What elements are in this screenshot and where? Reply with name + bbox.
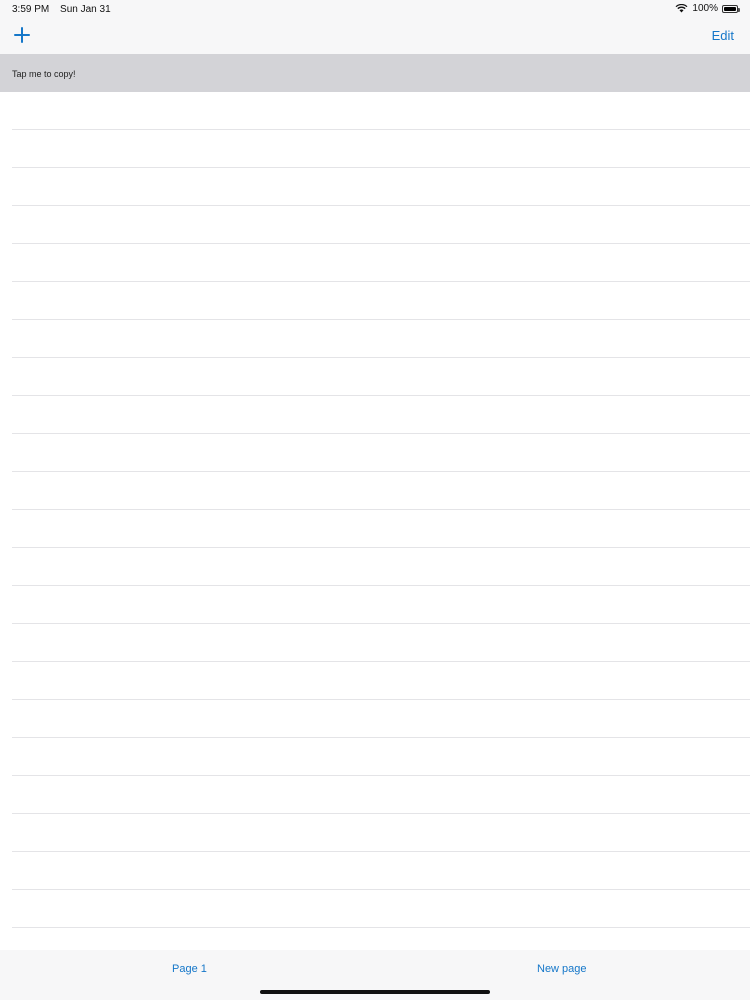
copy-banner-text: Tap me to copy! bbox=[12, 69, 76, 79]
page-button[interactable]: Page 1 bbox=[172, 963, 207, 975]
list-row[interactable] bbox=[12, 320, 750, 358]
plus-icon[interactable] bbox=[14, 27, 30, 43]
list-row[interactable] bbox=[12, 434, 750, 472]
list-row[interactable] bbox=[12, 92, 750, 130]
edit-button[interactable]: Edit bbox=[712, 28, 734, 43]
battery-icon bbox=[722, 4, 740, 13]
wifi-icon bbox=[675, 4, 688, 13]
list-row[interactable] bbox=[12, 396, 750, 434]
list-row[interactable] bbox=[12, 548, 750, 586]
status-left: 3:59 PM Sun Jan 31 bbox=[12, 4, 111, 15]
status-bar: 3:59 PM Sun Jan 31 100% bbox=[0, 0, 750, 18]
home-indicator bbox=[260, 990, 490, 994]
list-row[interactable] bbox=[12, 890, 750, 928]
list-row[interactable] bbox=[12, 776, 750, 814]
copy-banner[interactable]: Tap me to copy! bbox=[0, 54, 750, 92]
list-row[interactable] bbox=[12, 358, 750, 396]
list-row[interactable] bbox=[12, 814, 750, 852]
status-date: Sun Jan 31 bbox=[60, 4, 111, 15]
status-time: 3:59 PM bbox=[12, 4, 50, 15]
list-row[interactable] bbox=[12, 130, 750, 168]
screen: 3:59 PM Sun Jan 31 100% Edit Tap me to c… bbox=[0, 0, 750, 1000]
battery-tip bbox=[738, 7, 740, 12]
list-row[interactable] bbox=[12, 624, 750, 662]
battery-percent: 100% bbox=[692, 3, 718, 14]
list-row[interactable] bbox=[12, 510, 750, 548]
list-row[interactable] bbox=[12, 586, 750, 624]
list-row[interactable] bbox=[12, 700, 750, 738]
list-row[interactable] bbox=[12, 852, 750, 890]
list-row[interactable] bbox=[12, 738, 750, 776]
navigation-bar: Edit bbox=[0, 18, 750, 54]
lined-list bbox=[0, 92, 750, 950]
new-page-button[interactable]: New page bbox=[537, 963, 587, 975]
list-row[interactable] bbox=[12, 168, 750, 206]
list-row[interactable] bbox=[12, 472, 750, 510]
list-row[interactable] bbox=[12, 282, 750, 320]
list-row[interactable] bbox=[12, 206, 750, 244]
list-row[interactable] bbox=[12, 662, 750, 700]
list-row[interactable] bbox=[12, 244, 750, 282]
status-right: 100% bbox=[675, 3, 740, 14]
battery-fill bbox=[724, 6, 736, 11]
